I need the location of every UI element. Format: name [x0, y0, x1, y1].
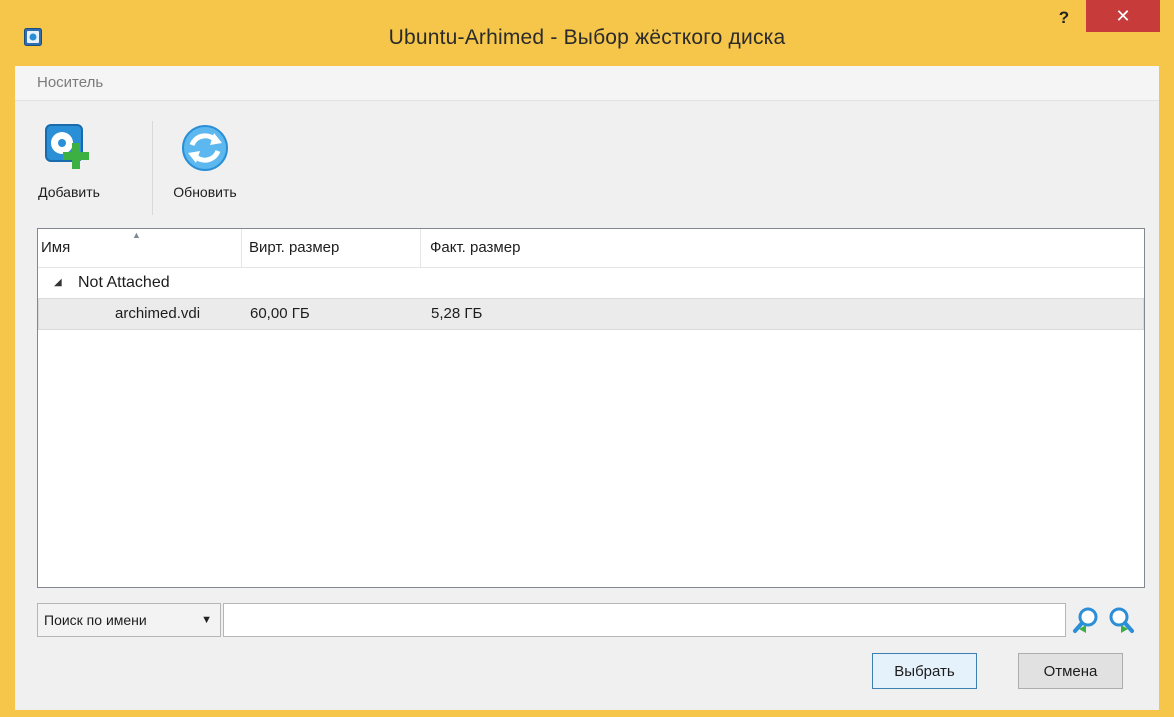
title-bar[interactable]: Ubuntu-Arhimed - Выбор жёсткого диска ? …	[0, 0, 1174, 66]
toolbar-separator	[152, 121, 153, 215]
menu-item-medium[interactable]: Носитель	[37, 74, 103, 91]
search-mode-dropdown[interactable]: Поиск по имени ▼	[37, 603, 221, 637]
dialog-window: Ubuntu-Arhimed - Выбор жёсткого диска ? …	[0, 0, 1174, 717]
table-row[interactable]: archimed.vdi 60,00 ГБ 5,28 ГБ	[38, 298, 1144, 330]
find-next-icon[interactable]	[1106, 605, 1136, 635]
add-disk-icon	[42, 124, 96, 179]
tree-group-not-attached[interactable]: ◢ Not Attached	[38, 268, 1144, 297]
collapse-triangle-icon[interactable]: ◢	[54, 268, 62, 297]
select-button[interactable]: Выбрать	[872, 653, 977, 689]
refresh-button[interactable]: Обновить	[165, 121, 245, 200]
dialog-client-area: Носитель Добавить Обновить Имя ▲ Вирт. р…	[15, 66, 1159, 710]
refresh-button-label: Обновить	[173, 184, 237, 200]
search-mode-label: Поиск по имени	[44, 612, 147, 628]
close-button[interactable]: ✕	[1086, 0, 1160, 32]
cell-virtual-size: 60,00 ГБ	[250, 305, 310, 322]
chevron-down-icon: ▼	[201, 614, 212, 626]
column-header-virtual-size[interactable]: Вирт. размер	[242, 229, 421, 267]
column-header-actual-size[interactable]: Факт. размер	[421, 229, 1144, 267]
window-title: Ubuntu-Arhimed - Выбор жёсткого диска	[388, 26, 786, 49]
cell-name: archimed.vdi	[115, 305, 201, 322]
search-input[interactable]	[223, 603, 1066, 637]
menu-bar: Носитель	[15, 66, 1159, 101]
add-button[interactable]: Добавить	[37, 121, 101, 200]
sort-ascending-icon: ▲	[132, 230, 141, 240]
column-header-name[interactable]: Имя ▲	[38, 229, 242, 267]
media-tree[interactable]: Имя ▲ Вирт. размер Факт. размер ◢ Not At…	[37, 228, 1145, 588]
toolbar: Добавить Обновить	[15, 101, 1159, 219]
group-label: Not Attached	[78, 274, 170, 291]
cancel-button[interactable]: Отмена	[1018, 653, 1123, 689]
add-button-label: Добавить	[38, 184, 100, 200]
find-previous-icon[interactable]	[1071, 605, 1101, 635]
cell-actual-size: 5,28 ГБ	[431, 305, 483, 322]
column-header-name-label: Имя	[41, 239, 71, 256]
refresh-icon	[178, 125, 232, 179]
help-button[interactable]: ?	[1052, 6, 1076, 30]
tree-header: Имя ▲ Вирт. размер Факт. размер	[38, 229, 1144, 268]
